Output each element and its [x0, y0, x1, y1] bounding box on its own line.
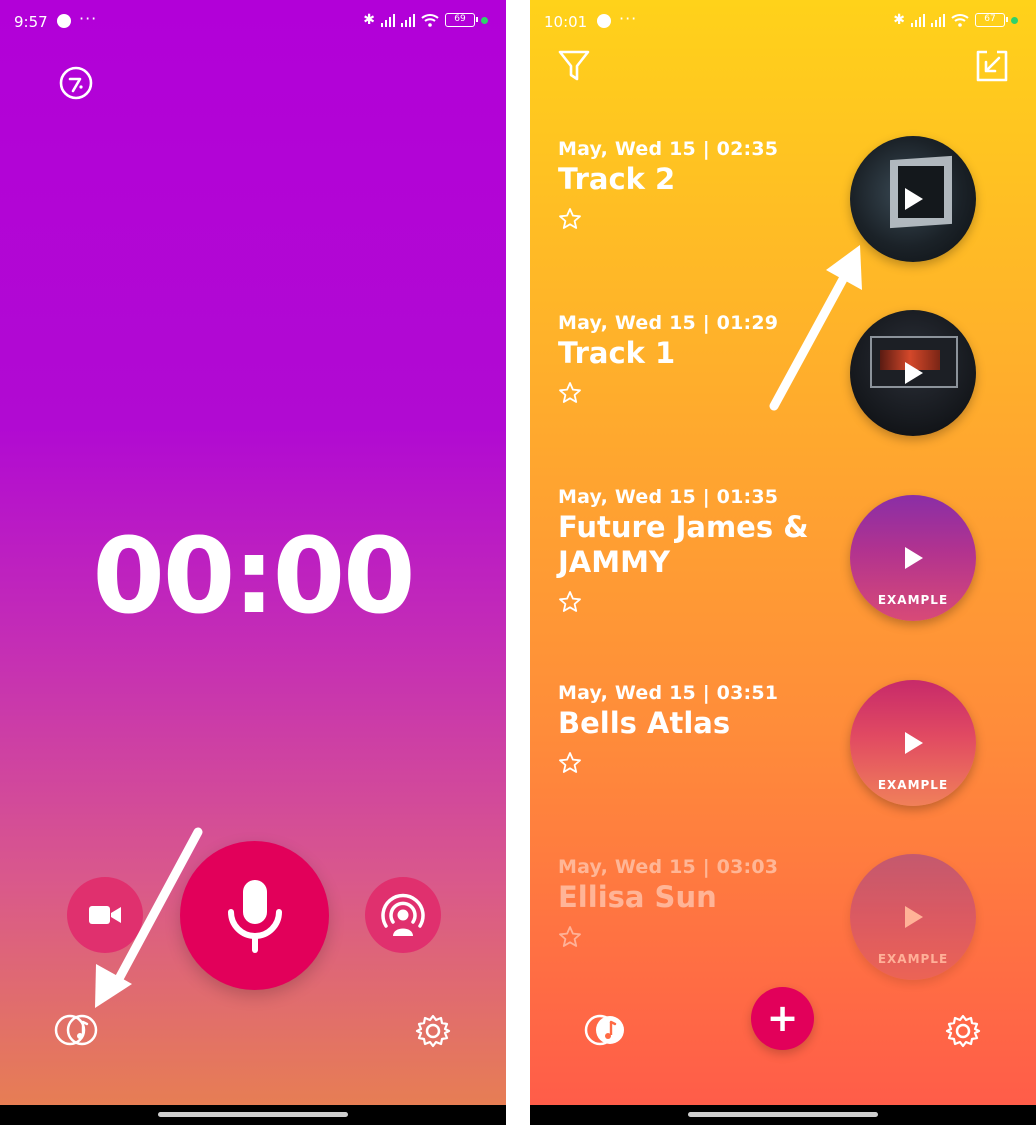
- settings-button[interactable]: [414, 1012, 452, 1050]
- recorder-screen: 9:57 ··· ✱ 69 00:00: [0, 0, 506, 1125]
- play-icon: [905, 732, 923, 754]
- recording-item[interactable]: May, Wed 15 | 02:35 Track 2: [558, 138, 858, 231]
- library-screen: 10:01 ··· ✱ 67 May, Wed 15 | 02:35 Track…: [530, 0, 1036, 1125]
- star-icon[interactable]: [558, 381, 582, 405]
- import-icon: [976, 50, 1008, 82]
- add-recording-button[interactable]: +: [751, 987, 814, 1050]
- recording-date: May, Wed 15 | 02:35: [558, 138, 779, 160]
- bluetooth-icon: ✱: [363, 12, 375, 28]
- recording-item[interactable]: May, Wed 15 | 03:51 Bells Atlas: [558, 682, 858, 775]
- recording-date: May, Wed 15 | 03:03: [558, 856, 779, 878]
- recording-title: Track 1: [558, 336, 676, 370]
- system-nav-bar: [530, 1105, 1036, 1125]
- wifi-icon: [421, 14, 439, 27]
- recording-item[interactable]: May, Wed 15 | 01:29 Track 1: [558, 312, 858, 405]
- status-time: 10:01: [544, 13, 588, 31]
- library-button[interactable]: [582, 1010, 628, 1050]
- signal-icon: [381, 13, 395, 27]
- filter-icon: [558, 50, 590, 81]
- recording-title: Bells Atlas: [558, 706, 731, 740]
- home-indicator[interactable]: [688, 1112, 878, 1117]
- example-badge: EXAMPLE: [877, 952, 949, 966]
- plus-icon: +: [766, 996, 799, 1040]
- play-icon: [905, 906, 923, 928]
- settings-gear-icon: [415, 1014, 451, 1048]
- example-badge: EXAMPLE: [877, 593, 949, 607]
- recording-item[interactable]: May, Wed 15 | 01:35 Future James & JAMMY: [558, 486, 858, 614]
- recording-date: May, Wed 15 | 01:35: [558, 486, 779, 508]
- wifi-icon: [951, 14, 969, 27]
- signal-icon-2: [931, 13, 945, 27]
- recording-item[interactable]: May, Wed 15 | 03:03 Ellisa Sun: [558, 856, 858, 949]
- live-broadcast-icon: [381, 893, 425, 936]
- filter-button[interactable]: [557, 48, 591, 84]
- play-icon: [905, 188, 923, 210]
- status-bar: 10:01 ··· ✱ 67: [530, 0, 1036, 44]
- library-button[interactable]: [53, 1010, 101, 1050]
- live-stream-button[interactable]: [365, 877, 441, 953]
- video-camera-icon: [89, 906, 121, 924]
- privacy-dot: [1011, 16, 1018, 24]
- recording-thumbnail[interactable]: [850, 136, 976, 262]
- recording-thumbnail[interactable]: [850, 310, 976, 436]
- recording-title: Track 2: [558, 162, 676, 196]
- play-icon: [905, 362, 923, 384]
- status-time: 9:57: [14, 13, 48, 31]
- messenger-icon: [597, 14, 611, 28]
- battery-icon: 67: [975, 13, 1008, 27]
- more-notifications-icon: ···: [79, 9, 98, 28]
- recording-thumbnail[interactable]: EXAMPLE: [850, 854, 976, 980]
- recording-date: May, Wed 15 | 01:29: [558, 312, 779, 334]
- play-icon: [905, 547, 923, 569]
- star-icon[interactable]: [558, 751, 582, 775]
- settings-gear-icon: [945, 1014, 981, 1048]
- battery-icon: 69: [445, 13, 478, 27]
- recording-timer: 00:00: [92, 515, 415, 637]
- star-icon[interactable]: [558, 925, 582, 949]
- recording-date: May, Wed 15 | 03:51: [558, 682, 779, 704]
- example-badge: EXAMPLE: [877, 778, 949, 792]
- signal-icon-2: [401, 13, 415, 27]
- import-button[interactable]: [974, 48, 1010, 84]
- microphone-icon: [227, 879, 282, 953]
- library-icon: [54, 1014, 98, 1046]
- recording-title: Ellisa Sun: [558, 880, 717, 914]
- home-indicator[interactable]: [158, 1112, 348, 1117]
- recording-thumbnail[interactable]: EXAMPLE: [850, 495, 976, 621]
- library-icon: [584, 1014, 624, 1046]
- video-record-button[interactable]: [67, 877, 143, 953]
- messenger-icon: [57, 14, 71, 28]
- recording-thumbnail[interactable]: EXAMPLE: [850, 680, 976, 806]
- star-icon[interactable]: [558, 590, 582, 614]
- metronome-icon[interactable]: [57, 64, 95, 102]
- star-icon[interactable]: [558, 207, 582, 231]
- signal-icon: [911, 13, 925, 27]
- status-bar: 9:57 ··· ✱ 69: [0, 0, 506, 44]
- bluetooth-icon: ✱: [893, 12, 905, 28]
- settings-button[interactable]: [944, 1012, 982, 1050]
- record-audio-button[interactable]: [180, 841, 329, 990]
- privacy-dot: [481, 16, 488, 24]
- system-nav-bar: [0, 1105, 506, 1125]
- more-notifications-icon: ···: [619, 9, 638, 28]
- recording-title: Future James & JAMMY: [558, 510, 809, 579]
